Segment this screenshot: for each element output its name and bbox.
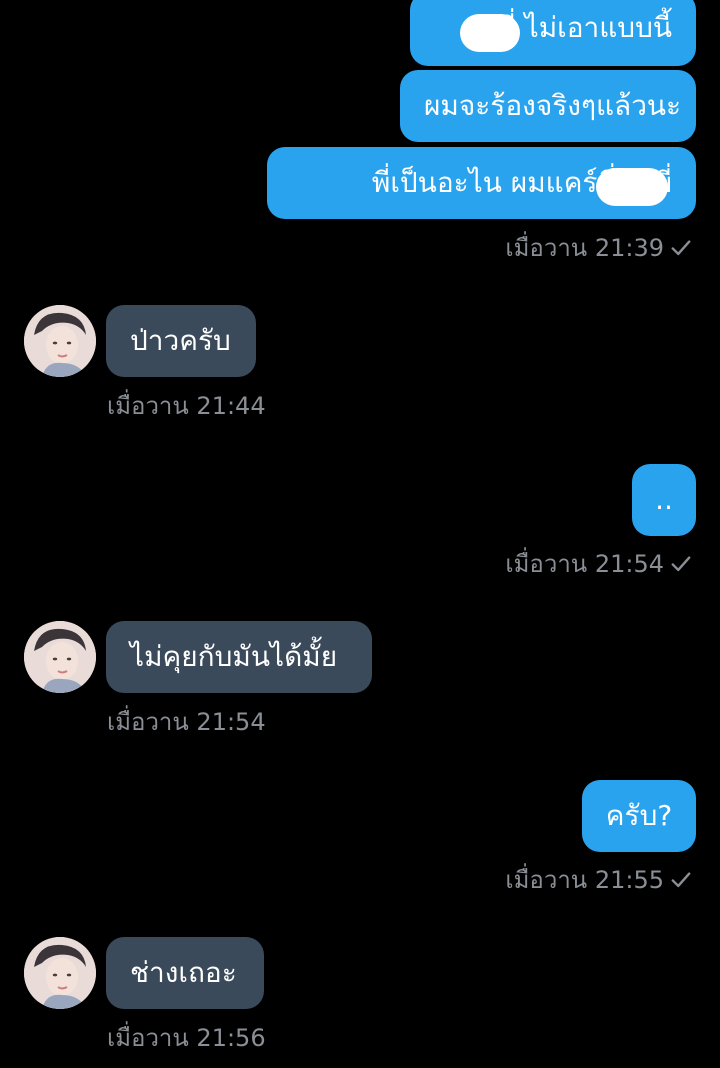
incoming-message[interactable]: ช่างเถอะ	[106, 937, 264, 1009]
outgoing-message[interactable]: ผมจะร้องจริงๆแล้วนะ	[400, 70, 696, 142]
message-timestamp: เมื่อวาน 21:55	[505, 866, 692, 894]
outgoing-message[interactable]: ..	[632, 464, 696, 536]
message-text: ..	[655, 483, 673, 516]
chat-area[interactable]: พี่ ไม่เอาแบบนี้ ผมจะร้องจริงๆแล้วนะ พี่…	[0, 0, 720, 1068]
profile-photo	[24, 937, 96, 1009]
check-icon	[671, 872, 691, 888]
message-text: ครับ?	[605, 799, 673, 832]
avatar[interactable]	[24, 621, 96, 693]
incoming-message[interactable]: ป่าวครับ	[106, 305, 256, 377]
message-timestamp: เมื่อวาน 21:54	[505, 550, 692, 578]
redaction-mark	[596, 168, 668, 206]
message-timestamp: เมื่อวาน 21:56	[107, 1024, 266, 1052]
message-text: ไม่คุยกับมันได้มั้ย	[130, 640, 338, 673]
message-text: ผมจะร้องจริงๆแล้วนะ	[424, 89, 682, 122]
message-text: ช่างเถอะ	[130, 956, 237, 989]
profile-photo	[24, 621, 96, 693]
incoming-message[interactable]: ไม่คุยกับมันได้มั้ย	[106, 621, 372, 693]
message-text: ป่าวครับ	[130, 324, 231, 357]
message-timestamp: เมื่อวาน 21:54	[107, 708, 266, 736]
avatar[interactable]	[24, 305, 96, 377]
outgoing-message[interactable]: ครับ?	[582, 780, 696, 852]
message-text: พี่ ไม่เอาแบบนี้	[497, 11, 672, 44]
profile-photo	[24, 305, 96, 377]
redaction-mark	[460, 14, 520, 52]
message-timestamp: เมื่อวาน 21:44	[107, 392, 266, 420]
outgoing-message[interactable]: พี่ ไม่เอาแบบนี้	[410, 0, 696, 66]
message-timestamp: เมื่อวาน 21:39	[505, 234, 692, 262]
check-icon	[671, 240, 691, 256]
avatar[interactable]	[24, 937, 96, 1009]
check-icon	[671, 556, 691, 572]
